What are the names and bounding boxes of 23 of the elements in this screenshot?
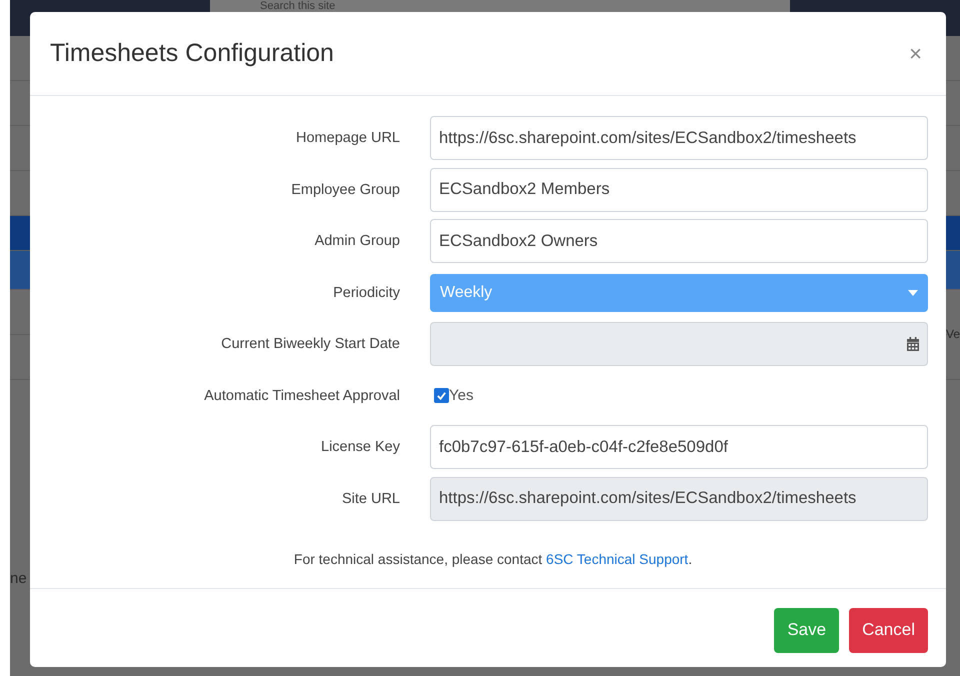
field-label: License Key — [320, 439, 401, 455]
page-text: ne — [10, 570, 27, 587]
support-link[interactable]: 6SC Technical Support — [546, 550, 688, 566]
field-label: Current Biweekly Start Date — [220, 336, 401, 352]
field-label: Homepage URL — [295, 130, 401, 146]
close-button[interactable]: × — [905, 40, 926, 66]
checkbox[interactable] — [434, 388, 449, 403]
page-text: Ve — [946, 327, 960, 341]
cancel-button[interactable]: Cancel — [849, 608, 928, 652]
field-label: Admin Group — [314, 233, 401, 249]
checkbox-label: Yes — [449, 387, 474, 404]
field-label: Periodicity — [332, 284, 401, 300]
text-field[interactable]: fc0b7c97-615f-a0eb-c04f-c2fe8e509d0f — [430, 425, 928, 469]
text-field[interactable]: ECSandbox2 Owners — [430, 219, 928, 263]
search-field[interactable]: Search this site — [210, 0, 790, 12]
calendar-icon — [907, 337, 919, 351]
dialog-title: Timesheets Configuration — [50, 39, 334, 68]
field-label: Employee Group — [290, 182, 401, 198]
help-text: For technical assistance, please contact 6SC Technical Support. — [292, 550, 694, 566]
text-field[interactable]: https://6sc.sharepoint.com/sites/ECSandbox2/timesheets — [430, 116, 928, 160]
text-field[interactable]: ECSandbox2 Members — [430, 168, 928, 212]
field-label: Automatic Timesheet Approval — [203, 388, 401, 404]
field-label: Site URL — [340, 490, 401, 506]
